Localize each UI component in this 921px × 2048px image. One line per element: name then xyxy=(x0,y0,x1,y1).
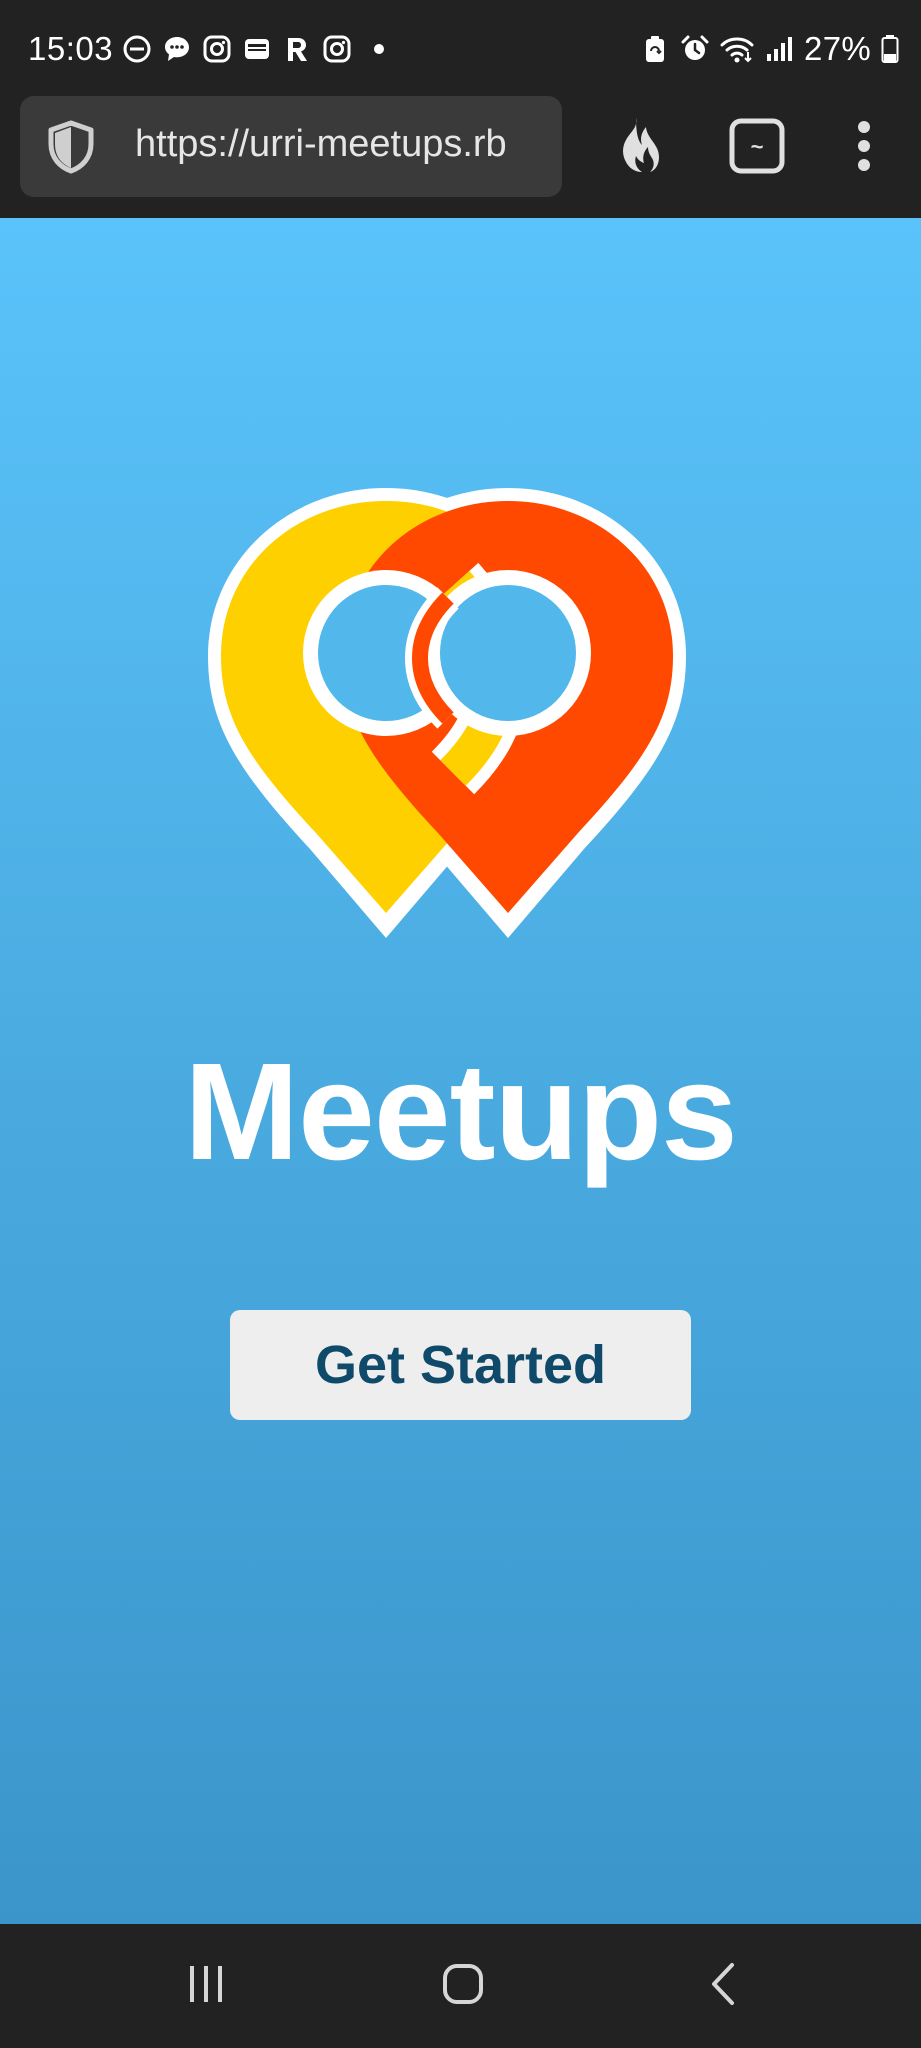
shield-icon[interactable] xyxy=(46,120,96,174)
battery-icon xyxy=(881,35,899,63)
do-not-disturb-icon xyxy=(123,35,151,63)
tab-switcher-icon: ~ xyxy=(729,118,785,174)
notification-icons xyxy=(122,34,384,64)
chat-bubble-icon xyxy=(165,37,189,61)
svg-text:~: ~ xyxy=(751,134,764,159)
tab-switcher-button[interactable]: ~ xyxy=(721,110,793,182)
url-text[interactable]: https://urri-meetups.rb xyxy=(135,123,555,166)
get-started-button[interactable]: Get Started xyxy=(230,1310,691,1420)
back-icon xyxy=(712,1963,734,2005)
more-notifications-dot xyxy=(374,44,384,54)
battery-percent: 27% xyxy=(804,30,871,67)
wallet-icon xyxy=(245,39,269,59)
more-menu-button[interactable] xyxy=(828,110,900,182)
browser-toolbar: https://urri-meetups.rb ~ xyxy=(0,96,921,218)
app-title: Meetups xyxy=(184,1035,738,1189)
instagram-icon xyxy=(203,35,231,63)
instagram-icon xyxy=(323,35,351,63)
system-status: 27% xyxy=(640,30,899,68)
status-bar: 15:03 27% xyxy=(0,0,921,96)
signal-icon xyxy=(767,37,793,61)
home-icon xyxy=(443,1964,483,2004)
status-time: 15:03 xyxy=(28,30,114,67)
fire-icon xyxy=(623,118,659,172)
recents-icon xyxy=(190,1966,222,2002)
web-page: Meetups Get Started xyxy=(0,218,921,1924)
wifi-icon xyxy=(720,37,754,63)
recents-button[interactable] xyxy=(161,1944,251,2024)
alarm-icon xyxy=(681,35,709,60)
home-button[interactable] xyxy=(418,1944,508,2024)
r-app-icon xyxy=(288,38,307,61)
back-button[interactable] xyxy=(678,1944,768,2024)
fire-button[interactable] xyxy=(600,110,672,182)
phone-screen: 15:03 27% https://urri-meetups.rb ~ Meet… xyxy=(0,0,921,2048)
system-nav-bar xyxy=(0,1924,921,2048)
overlapping-map-pins-logo xyxy=(208,488,686,938)
address-bar[interactable]: https://urri-meetups.rb xyxy=(20,96,562,197)
more-menu-icon xyxy=(858,121,870,171)
battery-saver-icon xyxy=(646,36,665,62)
